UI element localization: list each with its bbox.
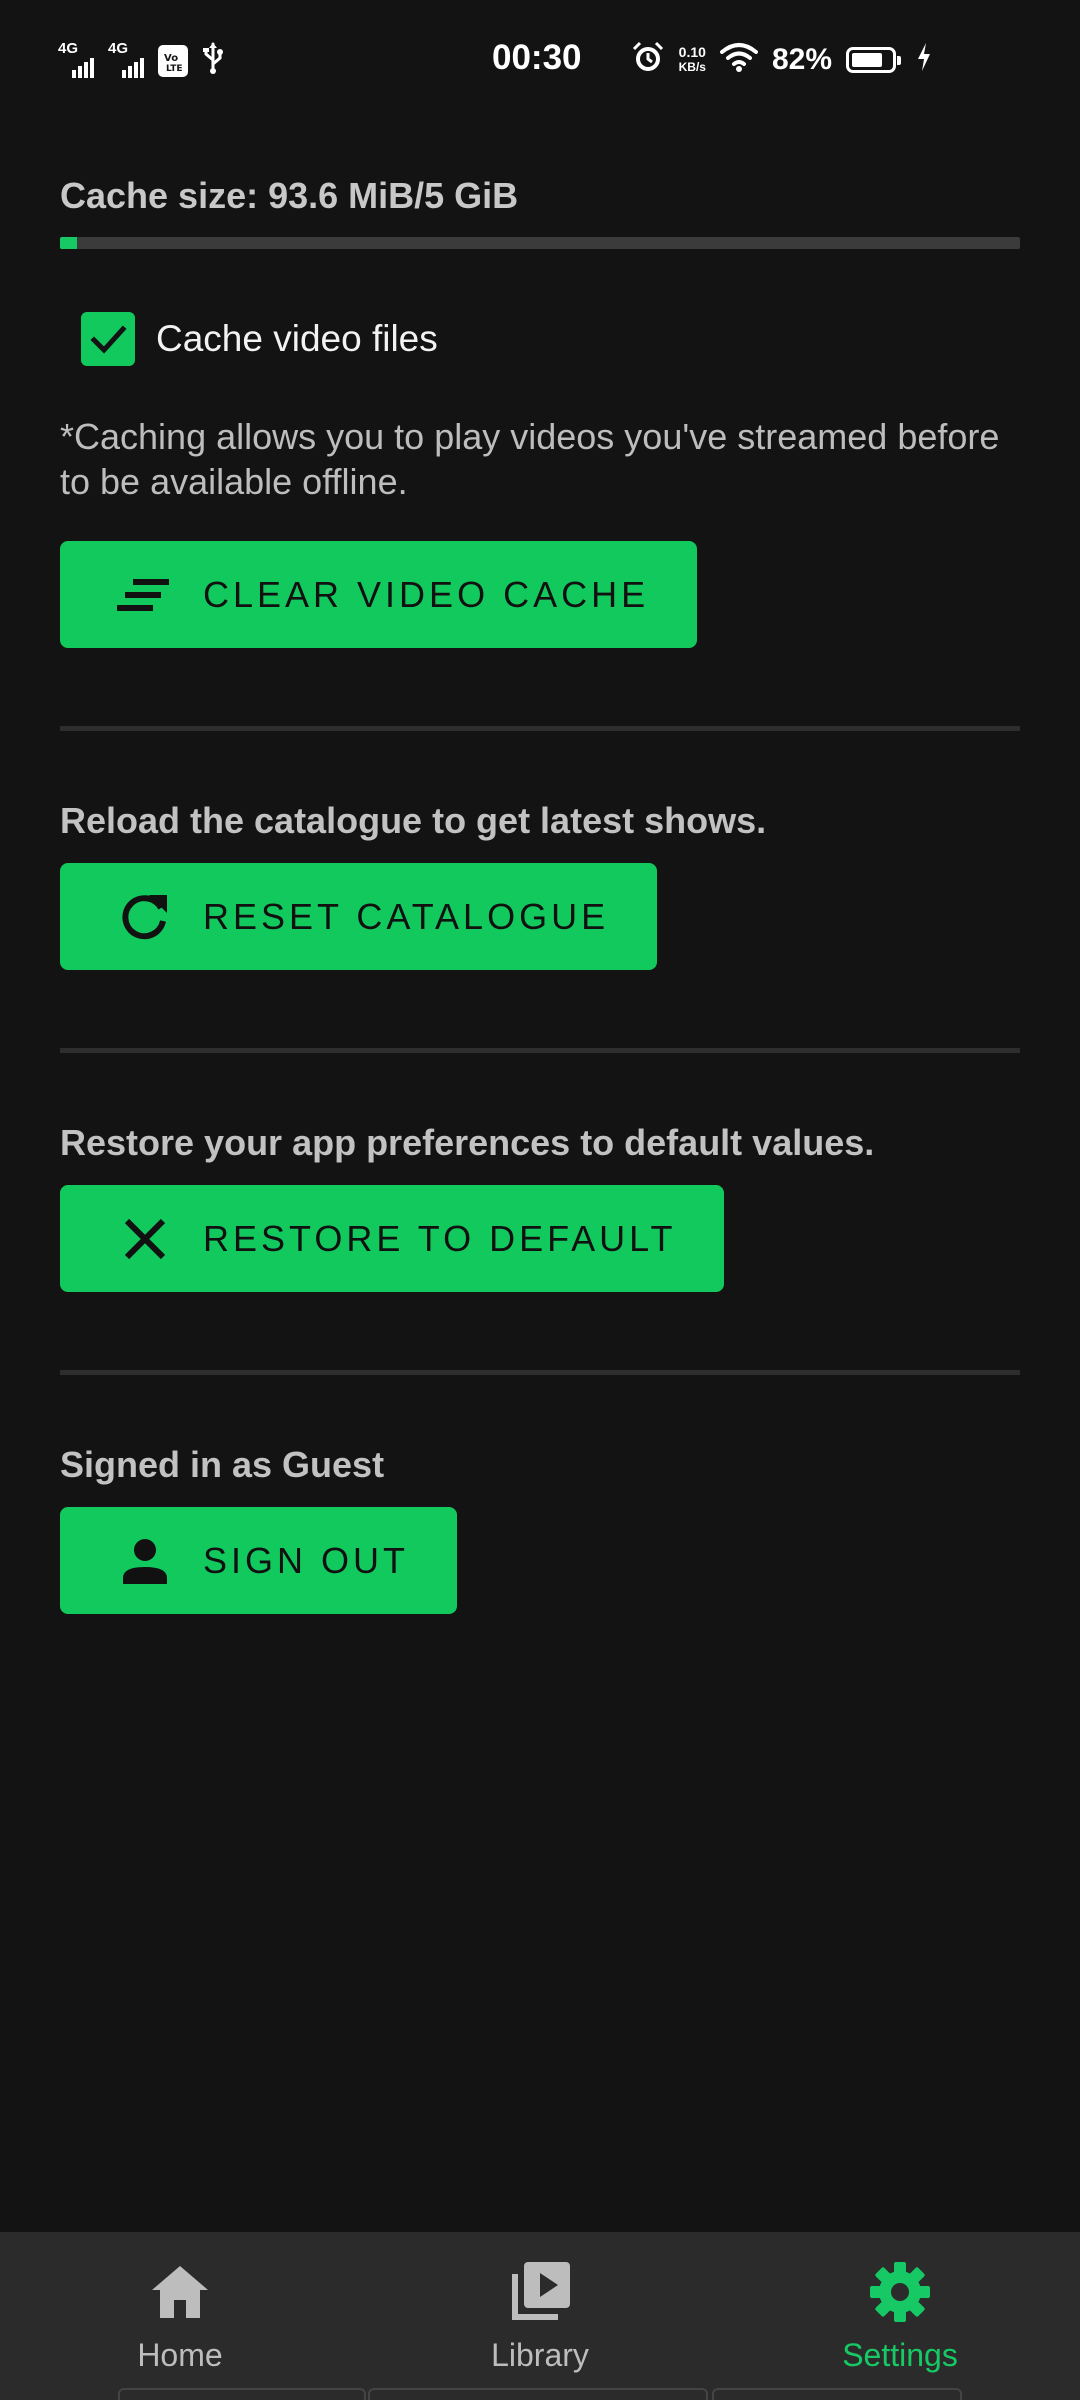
wifi-icon — [719, 42, 758, 77]
gear-icon — [865, 2257, 935, 2327]
nav-indicator-edge — [368, 2388, 708, 2400]
section-divider — [60, 1048, 1020, 1053]
bottom-navigation-bar: Home Library Settings — [0, 2232, 1080, 2400]
usb-icon — [202, 42, 224, 79]
battery-level-fill — [852, 52, 883, 67]
cache-video-files-label: Cache video files — [156, 318, 438, 359]
cache-video-files-checkbox[interactable] — [81, 312, 135, 366]
network-speed: 0.10 KB/s — [678, 43, 706, 75]
close-icon — [114, 1208, 176, 1270]
nav-label-settings: Settings — [842, 2337, 958, 2373]
nav-indicator-edge — [118, 2388, 366, 2400]
section-divider — [60, 1370, 1020, 1375]
battery-icon — [846, 46, 901, 73]
signal-strength-icon: 4G — [58, 40, 94, 78]
restore-to-default-button[interactable]: RESTORE TO DEFAULT — [60, 1185, 725, 1292]
cache-size-label: Cache size: 93.6 MiB/5 GiB — [60, 175, 519, 216]
reset-catalogue-button[interactable]: RESET CATALOGUE — [60, 863, 658, 970]
network-speed-value: 0.10 — [678, 43, 706, 60]
sign-out-label: SIGN OUT — [203, 1539, 410, 1581]
restore-to-default-label: RESTORE TO DEFAULT — [203, 1217, 677, 1259]
preferences-description: Restore your app preferences to default … — [60, 1122, 875, 1163]
sign-out-button[interactable]: SIGN OUT — [60, 1507, 458, 1614]
reset-catalogue-label: RESET CATALOGUE — [203, 895, 610, 937]
cache-usage-fill — [60, 237, 78, 249]
catalogue-description: Reload the catalogue to get latest shows… — [60, 800, 767, 841]
volte-icon: Vo LTE — [158, 44, 188, 77]
charging-icon — [916, 42, 932, 77]
alarm-icon — [631, 40, 665, 79]
status-time: 00:30 — [492, 38, 582, 77]
battery-percent: 82% — [771, 42, 832, 76]
nav-item-home[interactable]: Home — [60, 2257, 300, 2374]
nav-item-settings[interactable]: Settings — [780, 2257, 1020, 2374]
clear-all-icon — [114, 564, 176, 626]
video-library-icon — [505, 2257, 575, 2327]
status-left-icons: 4G 4G Vo LTE — [58, 40, 224, 79]
nav-label-library: Library — [491, 2337, 589, 2373]
network-type-label: 4G — [108, 39, 129, 57]
signal-strength-icon: 4G — [108, 40, 144, 78]
person-icon — [114, 1530, 176, 1592]
checkmark-icon — [90, 325, 127, 354]
clear-video-cache-label: CLEAR VIDEO CACHE — [203, 573, 650, 615]
signed-in-status: Signed in as Guest — [60, 1444, 385, 1485]
clear-video-cache-button[interactable]: CLEAR VIDEO CACHE — [60, 541, 698, 648]
section-divider — [60, 726, 1020, 731]
status-right-icons: 0.10 KB/s 82% — [631, 40, 932, 79]
svg-text:Vo: Vo — [164, 53, 178, 64]
cache-usage-progress-bar — [60, 237, 1020, 249]
network-type-label: 4G — [58, 39, 79, 57]
nav-item-library[interactable]: Library — [420, 2257, 660, 2374]
network-speed-unit: KB/s — [678, 59, 706, 74]
cache-video-files-option[interactable]: Cache video files — [81, 312, 438, 366]
refresh-icon — [114, 886, 176, 948]
svg-text:LTE: LTE — [166, 64, 183, 73]
nav-label-home: Home — [137, 2337, 223, 2373]
status-bar: 4G 4G Vo LTE 00:30 0.10 KB/s 82% — [0, 0, 1080, 125]
caching-note: *Caching allows you to play videos you'v… — [60, 416, 1000, 502]
home-icon — [145, 2257, 215, 2327]
nav-indicator-edge — [712, 2388, 962, 2400]
